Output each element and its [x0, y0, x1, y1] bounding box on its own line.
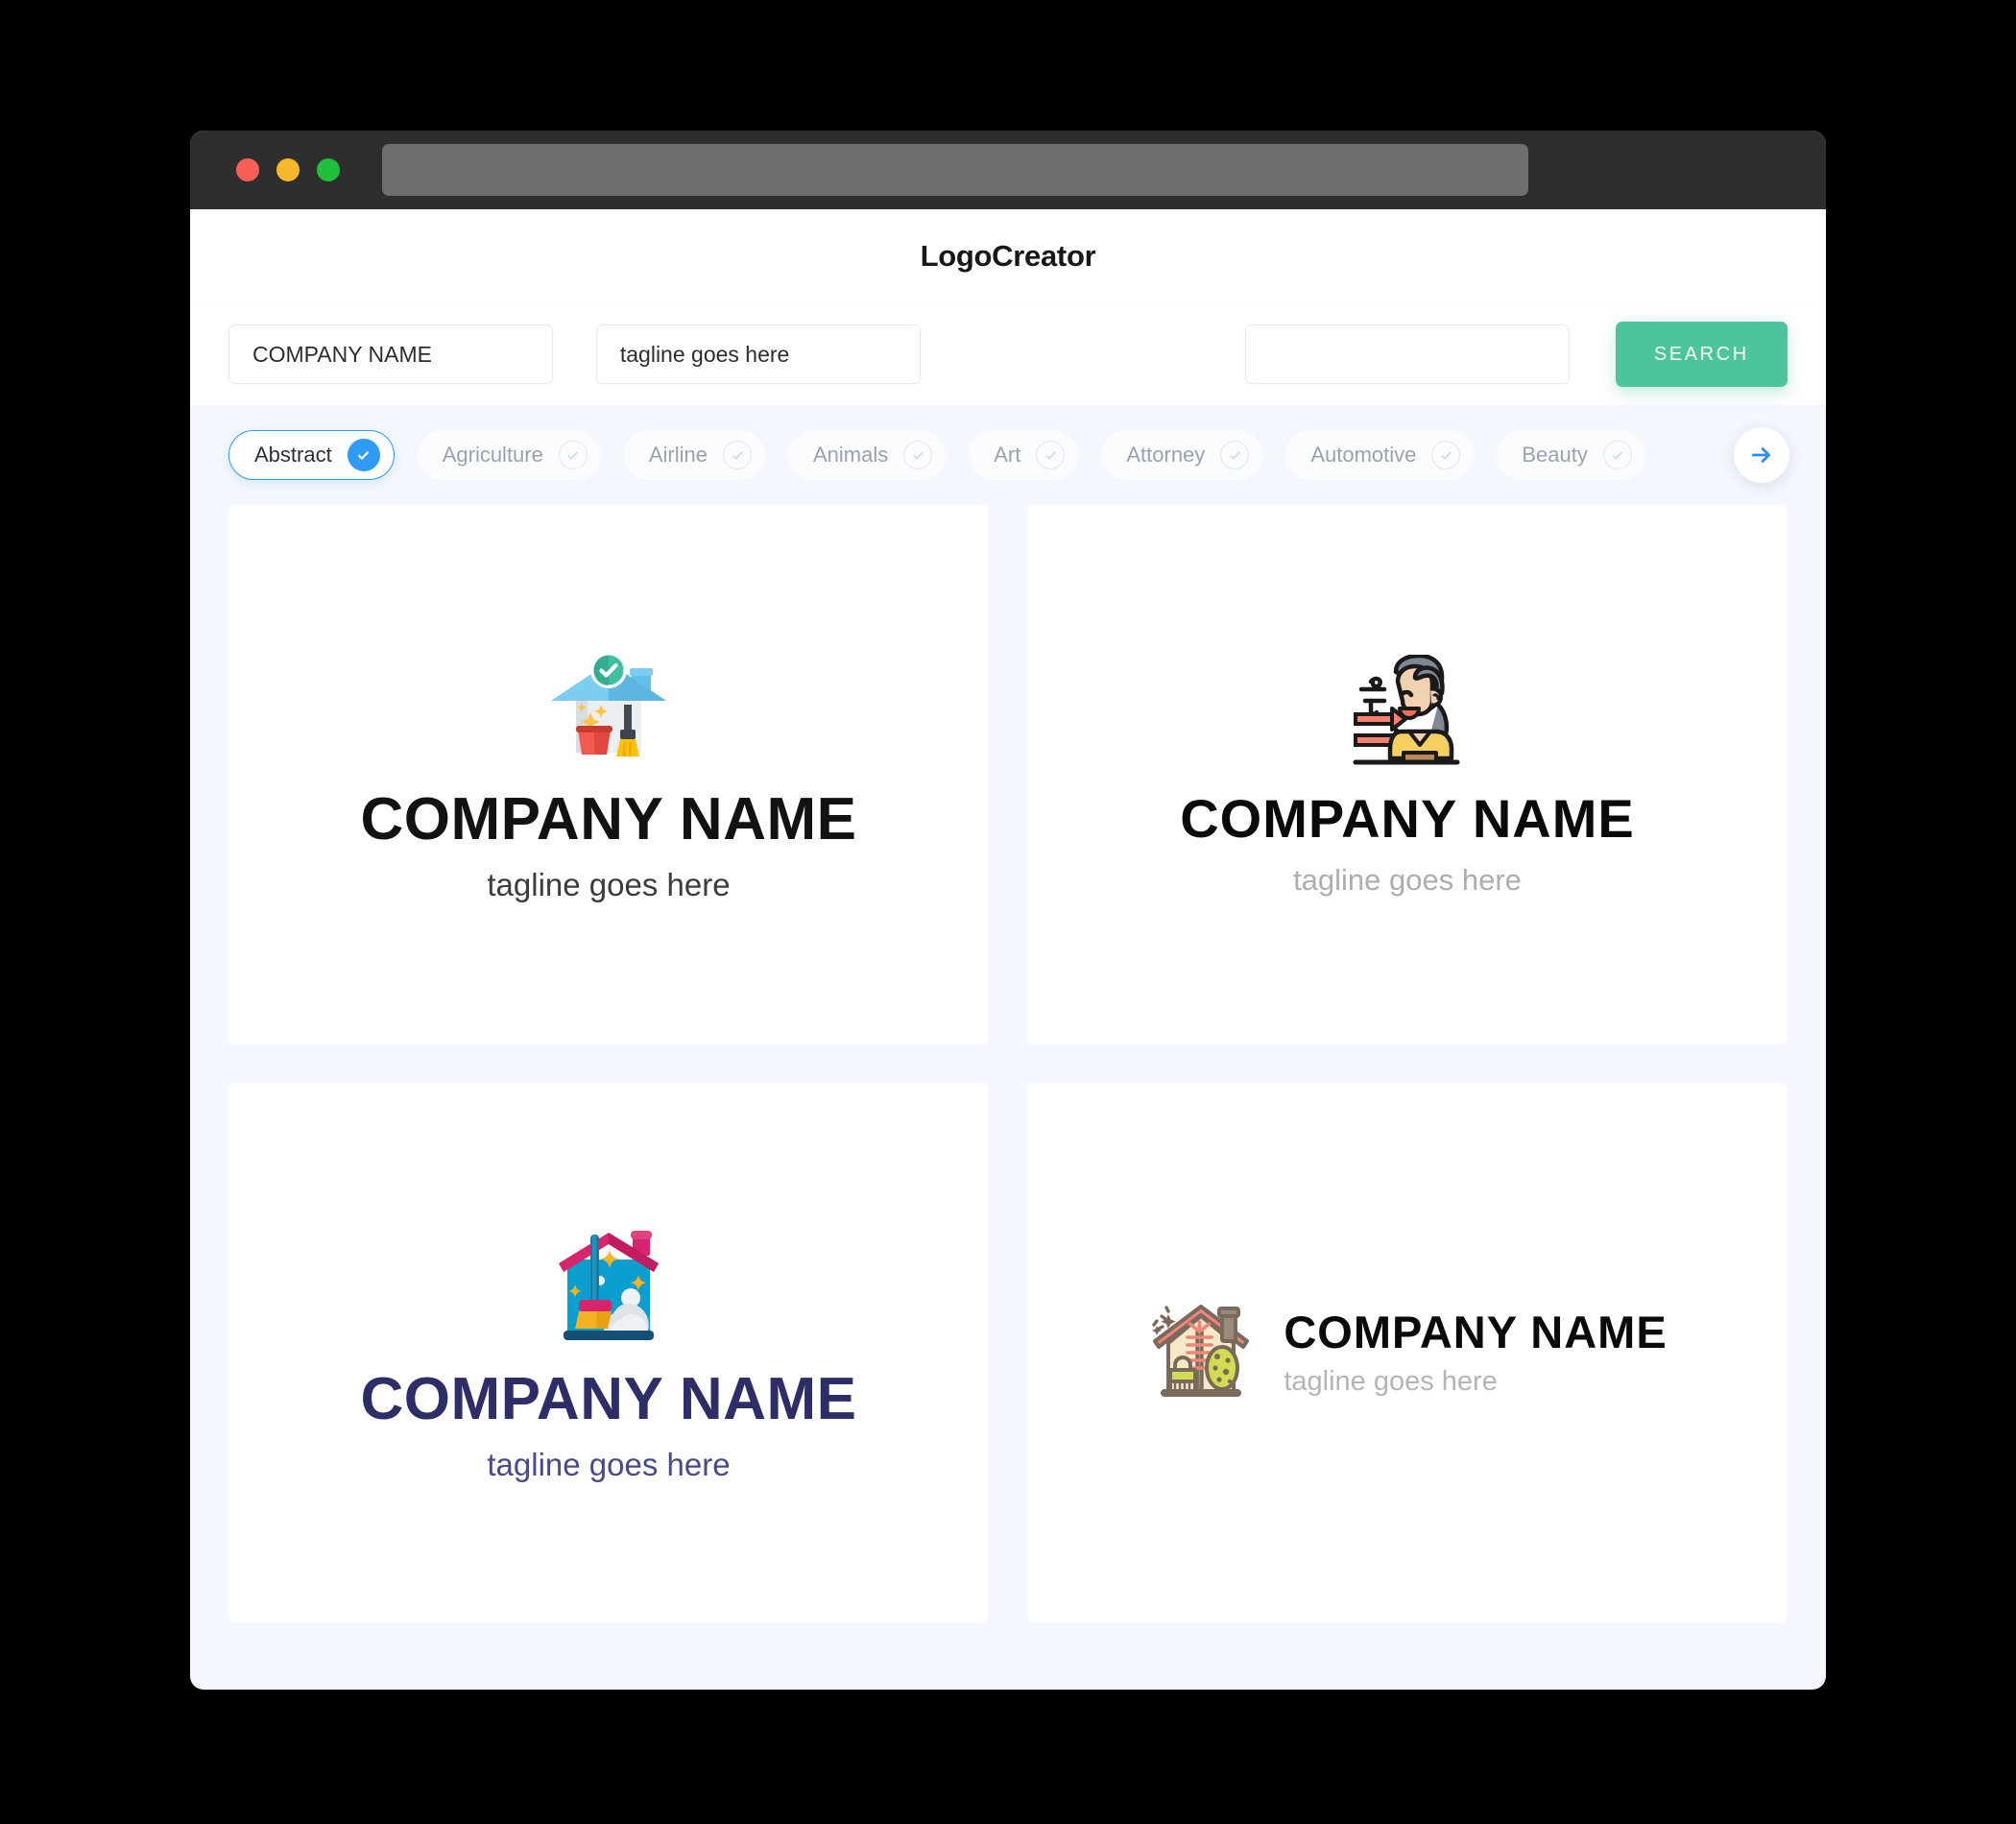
search-toolbar: COMPANY NAME tagline goes here SEARCH: [190, 303, 1826, 405]
category-chip-label: Automotive: [1310, 443, 1417, 467]
check-icon: [347, 439, 380, 471]
tagline-input[interactable]: tagline goes here: [595, 324, 921, 384]
arrow-right-icon: [1749, 443, 1774, 468]
category-chip-animals[interactable]: Animals: [788, 430, 947, 480]
logo-tagline-text: tagline goes here: [487, 1447, 731, 1482]
maximize-window-button[interactable]: [317, 158, 340, 181]
check-icon: [723, 441, 752, 469]
category-chip-label: Agriculture: [442, 443, 543, 467]
page-title: LogoCreator: [920, 239, 1096, 273]
logo-tagline-text: tagline goes here: [487, 867, 731, 902]
company-name-input[interactable]: COMPANY NAME: [228, 324, 553, 384]
category-chip-label: Animals: [813, 443, 889, 467]
category-chip-label: Attorney: [1126, 443, 1206, 467]
logo-tagline-text: tagline goes here: [1284, 1366, 1498, 1397]
category-chip-label: Airline: [648, 443, 708, 467]
categories-next-button[interactable]: [1734, 427, 1789, 483]
browser-window: LogoCreator COMPANY NAME tagline goes he…: [190, 131, 1826, 1690]
logo-preview: COMPANY NAME tagline goes here: [1180, 653, 1635, 897]
search-button[interactable]: SEARCH: [1615, 322, 1788, 387]
logo-preview: COMPANY NAME tagline goes here: [361, 1225, 857, 1480]
logo-preview: COMPANY NAME tagline goes here: [361, 649, 857, 900]
address-bar[interactable]: [382, 144, 1528, 196]
category-chip-airline[interactable]: Airline: [623, 430, 765, 480]
category-chip-automotive[interactable]: Automotive: [1285, 430, 1475, 480]
category-chip-attorney[interactable]: Attorney: [1101, 430, 1263, 480]
house-duster-sponge-brush-icon: [1147, 1297, 1255, 1409]
logo-brand-text: COMPANY NAME: [360, 1366, 857, 1432]
house-check-bucket-broom-icon: [547, 649, 670, 769]
category-chip-art[interactable]: Art: [969, 430, 1079, 480]
browser-titlebar: [190, 131, 1826, 209]
check-icon: [1602, 441, 1632, 469]
screenshot-stage: LogoCreator COMPANY NAME tagline goes he…: [0, 0, 2016, 1824]
check-icon: [1431, 441, 1461, 469]
check-icon: [1036, 441, 1066, 469]
logo-brand-text: COMPANY NAME: [1284, 1307, 1668, 1357]
category-chip-label: Art: [994, 443, 1021, 467]
logo-preview: COMPANY NAME tagline goes here: [1147, 1297, 1667, 1409]
category-chip-beauty[interactable]: Beauty: [1497, 430, 1645, 480]
window-controls: [236, 158, 340, 181]
logo-text-block: COMPANY NAME tagline goes here: [1284, 1309, 1667, 1396]
minimize-window-button[interactable]: [276, 158, 300, 181]
category-filter-bar[interactable]: Abstract Agriculture Airline Animals Art…: [190, 405, 1826, 505]
category-chip-agriculture[interactable]: Agriculture: [417, 430, 601, 480]
logo-tagline-text: tagline goes here: [1293, 863, 1522, 897]
logo-card[interactable]: COMPANY NAME tagline goes here: [228, 505, 989, 1044]
logo-card[interactable]: COMPANY NAME tagline goes here: [1027, 505, 1788, 1044]
category-chip-label: Abstract: [254, 443, 332, 467]
house-broom-sparkle-icon: [550, 1225, 667, 1349]
logo-brand-text: COMPANY NAME: [1180, 788, 1635, 849]
check-icon: [1220, 441, 1250, 469]
category-chip-label: Beauty: [1522, 443, 1588, 467]
category-chip-abstract[interactable]: Abstract: [228, 430, 395, 480]
keyword-input[interactable]: [1244, 324, 1570, 384]
logo-brand-text: COMPANY NAME: [360, 786, 857, 852]
logo-card[interactable]: COMPANY NAME tagline goes here: [228, 1083, 989, 1622]
check-icon: [903, 441, 933, 469]
logo-results-grid: COMPANY NAME tagline goes here COMPANY N…: [190, 505, 1826, 1661]
logo-card[interactable]: COMPANY NAME tagline goes here: [1027, 1083, 1788, 1622]
app-header: LogoCreator: [190, 209, 1826, 303]
woman-air-freshener-icon: [1342, 653, 1473, 773]
check-icon: [558, 441, 588, 469]
close-window-button[interactable]: [236, 158, 259, 181]
